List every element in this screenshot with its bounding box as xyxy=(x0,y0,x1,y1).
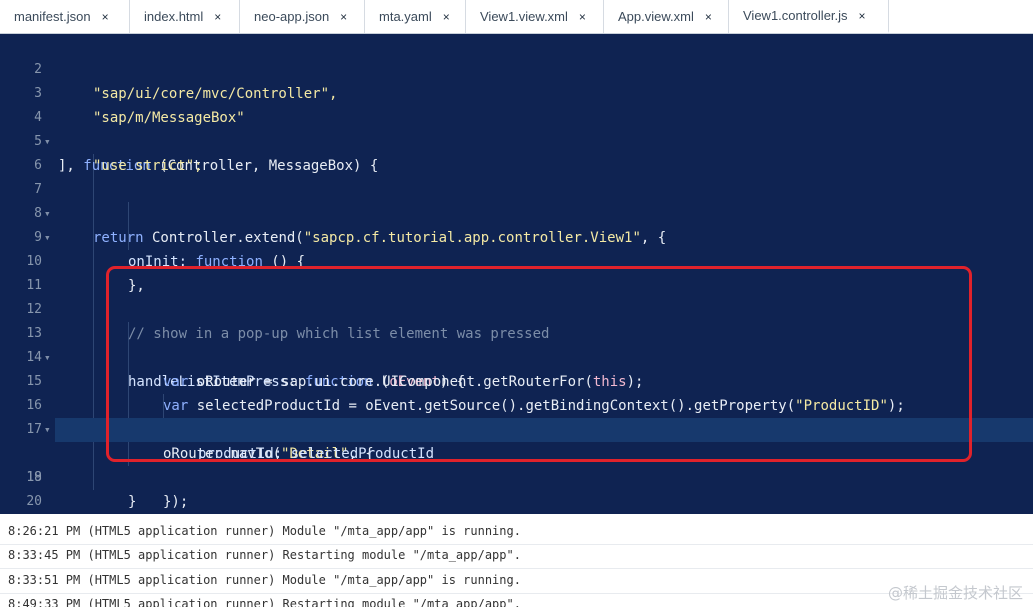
close-icon[interactable]: × xyxy=(102,10,109,24)
tab-view1-view-xml[interactable]: View1.view.xml × xyxy=(466,0,604,33)
code-line: 10 }, xyxy=(0,226,1033,294)
code-line: 15 var selectedProductId = oEvent.getSou… xyxy=(0,346,1033,414)
code-line: 6 xyxy=(0,130,1033,173)
code-line: 8 ▾ onInit: function () { xyxy=(0,178,1033,270)
tab-label: View1.controller.js xyxy=(743,8,848,23)
code-line: 7 ▾ return Controller.extend("sapcp.cf.t… xyxy=(0,154,1033,246)
code-line: 5 "use strict"; xyxy=(0,106,1033,174)
tab-label: App.view.xml xyxy=(618,9,694,24)
console-line: 8:26:21 PM (HTML5 application runner) Mo… xyxy=(8,524,521,538)
code-line: 3 "sap/m/MessageBox" xyxy=(0,58,1033,126)
tab-mta-yaml[interactable]: mta.yaml × xyxy=(365,0,466,33)
close-icon[interactable]: × xyxy=(705,10,712,24)
code-line: 4 ▾ ], function (Controller, MessageBox)… xyxy=(0,82,1033,174)
tab-index-html[interactable]: index.html × xyxy=(130,0,240,33)
code-line: 20 }); xyxy=(0,466,1033,509)
code-line: 16 ▾ oRouter.navTo("Detail", { xyxy=(0,370,1033,462)
console-line: 8:33:45 PM (HTML5 application runner) Re… xyxy=(8,548,521,562)
tab-label: mta.yaml xyxy=(379,9,432,24)
tab-view1-controller-js[interactable]: View1.controller.js × xyxy=(729,0,889,33)
close-icon[interactable]: × xyxy=(214,10,221,24)
tab-label: index.html xyxy=(144,9,204,24)
code-line: 13 ▾ handleListItemPress: function (oEve… xyxy=(0,298,1033,390)
code-line: 9 xyxy=(0,202,1033,245)
console-line: 8:33:51 PM (HTML5 application runner) Mo… xyxy=(8,573,521,587)
tab-label: neo-app.json xyxy=(254,9,330,24)
console-line: 8:49:33 PM (HTML5 application runner) Re… xyxy=(8,597,521,607)
current-line-highlight xyxy=(55,418,1033,442)
code-line: 21 }); xyxy=(0,490,1033,514)
code-line: 11 xyxy=(0,250,1033,293)
close-icon[interactable]: × xyxy=(340,10,347,24)
close-icon[interactable]: × xyxy=(859,9,866,23)
code-line: 19 } xyxy=(0,442,1033,510)
console-panel[interactable]: 8:26:21 PM (HTML5 application runner) Mo… xyxy=(0,514,1033,607)
editor-tab-bar: manifest.json × index.html × neo-app.jso… xyxy=(0,0,1033,34)
code-line-current: 18 }); xyxy=(0,418,1033,510)
tab-manifest-json[interactable]: manifest.json × xyxy=(0,0,130,33)
code-editor[interactable]: 2 "sap/ui/core/mvc/Controller", 3 "sap/m… xyxy=(0,34,1033,514)
code-line: 14 var oRouter = sap.ui.core.UIComponent… xyxy=(0,322,1033,390)
close-icon[interactable]: × xyxy=(579,10,586,24)
tab-label: View1.view.xml xyxy=(480,9,568,24)
code-line: 2 "sap/ui/core/mvc/Controller", xyxy=(0,34,1033,102)
tab-label: manifest.json xyxy=(14,9,91,24)
code-line: 17 productId: selectedProductId xyxy=(0,394,1033,462)
close-icon[interactable]: × xyxy=(443,10,450,24)
tab-app-view-xml[interactable]: App.view.xml × xyxy=(604,0,729,33)
code-line: 12 // show in a pop-up which list elemen… xyxy=(0,274,1033,342)
watermark: @稀土掘金技术社区 xyxy=(887,584,1023,602)
tab-neo-app-json[interactable]: neo-app.json × xyxy=(240,0,365,33)
